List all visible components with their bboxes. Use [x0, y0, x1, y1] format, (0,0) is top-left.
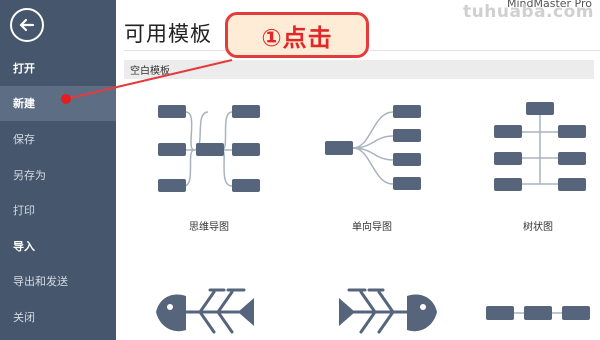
mind-map-icon [158, 105, 260, 192]
template-tree-map[interactable] [486, 92, 596, 202]
sidebar-item-open[interactable]: 打开 [0, 50, 116, 86]
timeline-icon [486, 306, 590, 320]
annotation-callout: ①点击 [225, 12, 369, 58]
sidebar-item-save[interactable]: 保存 [0, 121, 116, 157]
fishbone-left-icon [156, 288, 254, 334]
sidebar-item-export-send[interactable]: 导出和发送 [0, 264, 116, 300]
template-fishbone-right[interactable] [321, 272, 441, 340]
template-mind-map[interactable] [146, 92, 266, 202]
fishbone-right-icon [339, 288, 437, 334]
sidebar-item-print[interactable]: 打印 [0, 192, 116, 228]
template-right-map[interactable] [321, 92, 441, 202]
section-header: 空白模板 [124, 60, 594, 79]
template-label-right-map: 单向导图 [352, 222, 392, 233]
sidebar-item-close[interactable]: 关闭 [0, 299, 116, 335]
sidebar-item-import[interactable]: 导入 [0, 228, 116, 264]
sidebar-item-save-as[interactable]: 另存为 [0, 157, 116, 193]
tree-map-icon [494, 102, 586, 191]
sidebar-item-new[interactable]: 新建 [0, 85, 116, 122]
watermark: tuhuaba.com [463, 2, 594, 22]
page-title: 可用模板 [124, 22, 212, 46]
sidebar: 打开 新建 保存 另存为 打印 导入 导出和发送 关闭 [0, 0, 116, 340]
template-label-mind-map: 思维导图 [189, 222, 229, 233]
right-map-icon [325, 105, 421, 190]
template-fishbone-left[interactable] [152, 272, 272, 340]
sidebar-menu: 打开 新建 保存 另存为 打印 导入 导出和发送 关闭 [0, 50, 116, 335]
back-button[interactable] [10, 8, 44, 42]
arrow-left-icon [19, 18, 35, 32]
template-label-tree-map: 树状图 [523, 222, 553, 233]
annotation-text: ①点击 [261, 23, 333, 52]
template-timeline[interactable] [484, 298, 594, 328]
